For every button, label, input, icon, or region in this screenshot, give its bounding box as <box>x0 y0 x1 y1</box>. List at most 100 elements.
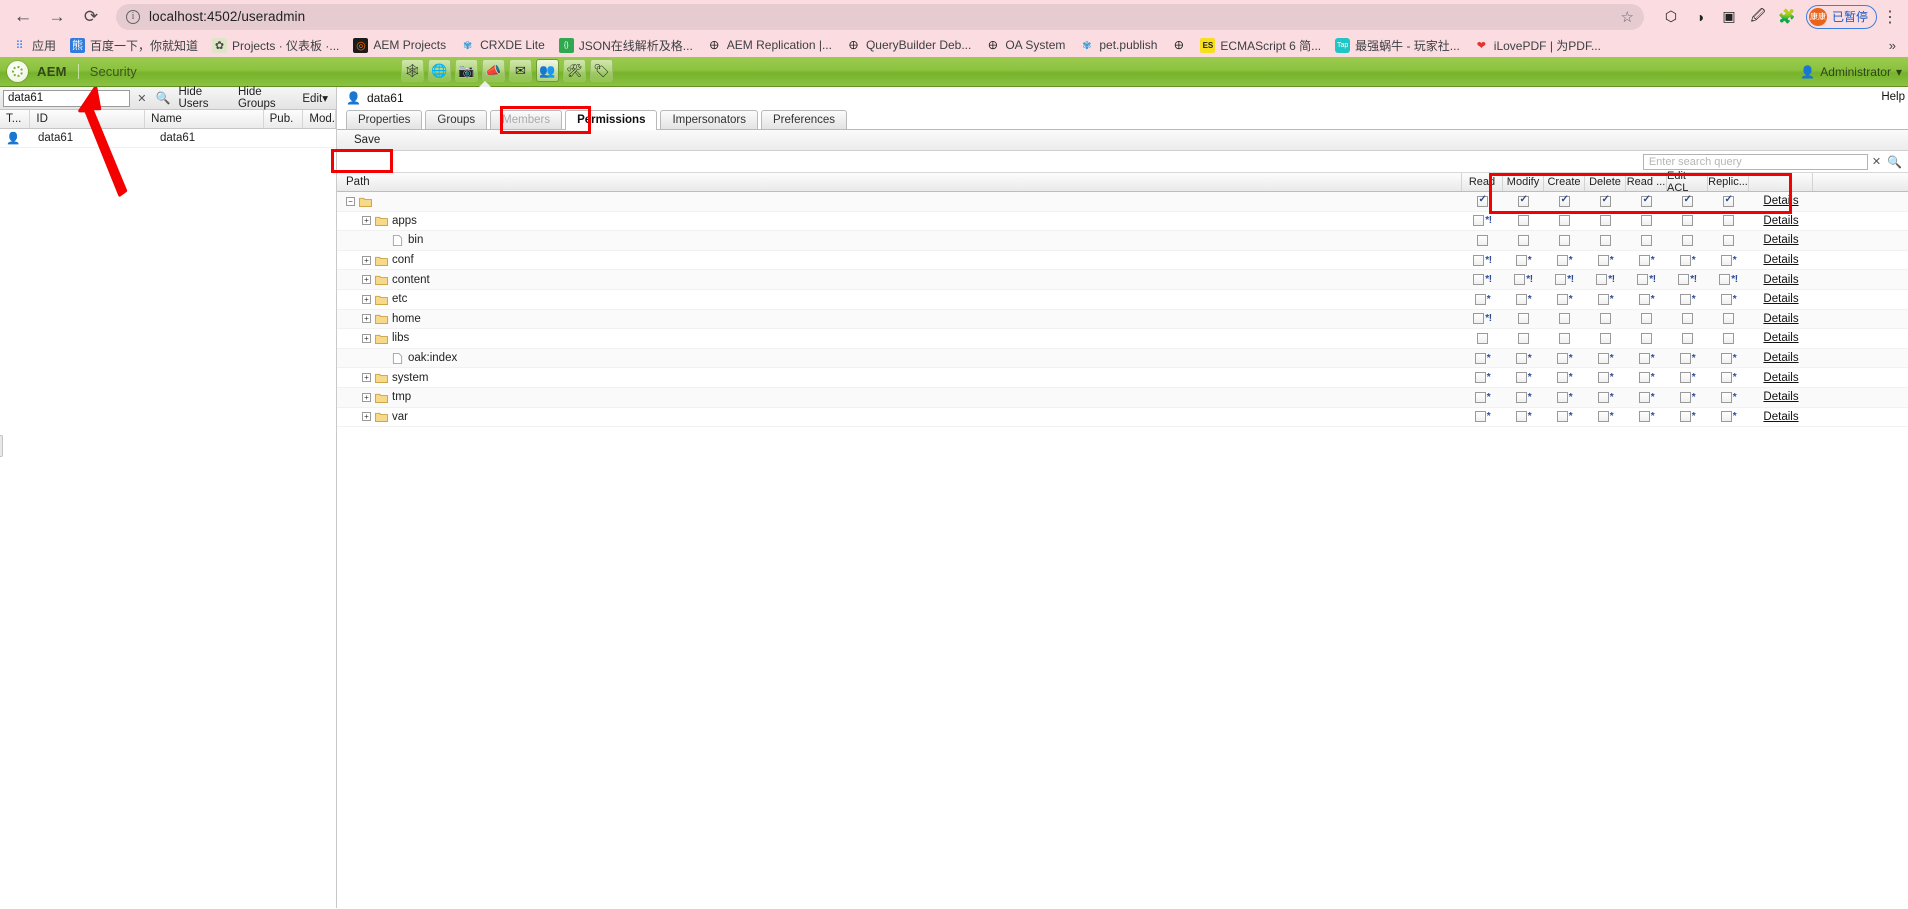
column-header-read[interactable]: Read <box>1462 173 1503 191</box>
table-row[interactable]: 👤 data61 data61 <box>0 129 336 148</box>
permission-checkbox[interactable] <box>1720 411 1732 423</box>
permission-cell[interactable] <box>1585 234 1626 246</box>
permission-cell[interactable] <box>1462 194 1503 207</box>
campaigns-icon[interactable]: 📣 <box>482 59 505 82</box>
permission-checkbox[interactable] <box>1679 391 1691 403</box>
permission-cell[interactable] <box>1462 332 1503 344</box>
permission-checkbox[interactable] <box>1638 391 1650 403</box>
bookmark-item[interactable]: 🜨 AEM Replication |... <box>701 36 838 55</box>
details-link[interactable]: Details <box>1763 234 1798 246</box>
permission-cell[interactable] <box>1503 215 1544 227</box>
permission-checkbox[interactable] <box>1518 215 1529 227</box>
expander-icon[interactable]: + <box>362 314 371 324</box>
permission-checkbox[interactable] <box>1474 352 1486 364</box>
permission-cell[interactable]: * <box>1626 293 1667 305</box>
search-icon[interactable]: 🔍 <box>1885 155 1904 169</box>
permission-checkbox[interactable] <box>1559 194 1570 207</box>
permission-cell[interactable]: * <box>1708 391 1749 403</box>
permission-cell[interactable] <box>1626 215 1667 227</box>
permission-cell[interactable] <box>1544 194 1585 207</box>
permission-checkbox[interactable] <box>1597 372 1609 384</box>
column-header-path[interactable]: Path <box>337 173 1462 191</box>
details-link[interactable]: Details <box>1763 411 1798 423</box>
permission-cell[interactable]: *! <box>1544 274 1585 286</box>
permission-cell[interactable] <box>1585 194 1626 207</box>
permission-cell[interactable]: * <box>1708 372 1749 384</box>
expander-icon[interactable]: − <box>346 196 355 206</box>
details-cell[interactable]: Details <box>1749 411 1813 423</box>
permission-checkbox[interactable] <box>1723 194 1734 207</box>
permission-cell[interactable] <box>1708 234 1749 246</box>
permission-checkbox[interactable] <box>1477 194 1488 207</box>
permission-checkbox[interactable] <box>1474 411 1486 423</box>
permission-checkbox[interactable] <box>1515 293 1527 305</box>
aem-logo[interactable] <box>7 61 28 82</box>
permission-cell[interactable]: * <box>1503 352 1544 364</box>
details-link[interactable]: Details <box>1763 313 1798 325</box>
permission-checkbox[interactable] <box>1515 352 1527 364</box>
permission-checkbox[interactable] <box>1678 274 1690 286</box>
column-header-delete[interactable]: Delete <box>1585 173 1626 191</box>
permission-cell[interactable]: * <box>1626 352 1667 364</box>
permission-checkbox[interactable] <box>1556 254 1568 266</box>
tools-icon[interactable]: 🛠 <box>563 59 586 82</box>
permission-checkbox[interactable] <box>1679 293 1691 305</box>
table-row[interactable]: + var * * * * * * * Details <box>337 408 1908 428</box>
permission-cell[interactable] <box>1503 313 1544 325</box>
permission-cell[interactable] <box>1544 234 1585 246</box>
permission-checkbox[interactable] <box>1641 313 1652 325</box>
table-row[interactable]: + tmp * * * * * * * Details <box>337 387 1908 408</box>
permission-cell[interactable]: * <box>1585 391 1626 403</box>
permission-cell[interactable]: * <box>1544 372 1585 384</box>
circle-icon[interactable]: ⬡ <box>1658 4 1684 30</box>
user-search-field[interactable] <box>3 89 131 107</box>
details-cell[interactable]: Details <box>1749 274 1813 286</box>
bookmark-item[interactable]: ⠿ 应用 <box>6 35 62 56</box>
details-link[interactable]: Details <box>1763 254 1798 266</box>
permission-cell[interactable]: * <box>1462 391 1503 403</box>
details-cell[interactable]: Details <box>1749 352 1813 364</box>
table-row[interactable]: + conf *! * * * * * * Details <box>337 251 1908 271</box>
bookmark-item[interactable]: ES ECMAScript 6 简... <box>1194 35 1327 56</box>
permission-cell[interactable]: *! <box>1503 274 1544 286</box>
tab-preferences[interactable]: Preferences <box>761 110 848 129</box>
permission-cell[interactable]: * <box>1708 411 1749 423</box>
bookmark-item[interactable]: {} JSON在线解析及格... <box>553 35 699 56</box>
permission-checkbox[interactable] <box>1682 313 1693 325</box>
permission-cell[interactable]: * <box>1667 372 1708 384</box>
bookmark-item[interactable]: 🜨 OA System <box>979 36 1071 55</box>
permission-checkbox[interactable] <box>1597 391 1609 403</box>
permission-checkbox[interactable] <box>1682 194 1693 207</box>
permission-checkbox[interactable] <box>1641 194 1652 207</box>
permission-checkbox[interactable] <box>1682 332 1693 344</box>
permission-checkbox[interactable] <box>1477 332 1488 344</box>
permission-cell[interactable]: * <box>1626 411 1667 423</box>
site-info-icon[interactable]: i <box>126 9 140 24</box>
permission-cell[interactable]: *! <box>1462 215 1503 227</box>
table-row[interactable]: bin Details <box>337 231 1908 251</box>
permission-cell[interactable] <box>1626 332 1667 344</box>
details-link[interactable]: Details <box>1763 352 1798 364</box>
table-row[interactable]: + etc * * * * * * * Details <box>337 290 1908 310</box>
permission-checkbox[interactable] <box>1473 274 1485 286</box>
permission-checkbox[interactable] <box>1600 215 1611 227</box>
permission-cell[interactable]: * <box>1462 372 1503 384</box>
permission-checkbox[interactable] <box>1477 234 1488 246</box>
permission-checkbox[interactable] <box>1637 274 1649 286</box>
permission-cell[interactable] <box>1544 215 1585 227</box>
column-header-id[interactable]: ID <box>30 110 146 128</box>
permission-cell[interactable] <box>1708 194 1749 207</box>
permission-cell[interactable]: * <box>1462 352 1503 364</box>
permission-checkbox[interactable] <box>1600 194 1611 207</box>
permission-cell[interactable]: *! <box>1626 274 1667 286</box>
permission-cell[interactable]: * <box>1503 391 1544 403</box>
search-query-input[interactable] <box>1646 154 1864 169</box>
permission-cell[interactable]: * <box>1626 372 1667 384</box>
bookmark-item[interactable]: 🜨 QueryBuilder Deb... <box>840 36 977 55</box>
details-link[interactable]: Details <box>1763 391 1798 403</box>
details-cell[interactable]: Details <box>1749 215 1813 227</box>
permission-cell[interactable] <box>1667 234 1708 246</box>
permission-checkbox[interactable] <box>1723 215 1734 227</box>
permission-cell[interactable]: * <box>1626 254 1667 266</box>
permission-checkbox[interactable] <box>1555 274 1567 286</box>
